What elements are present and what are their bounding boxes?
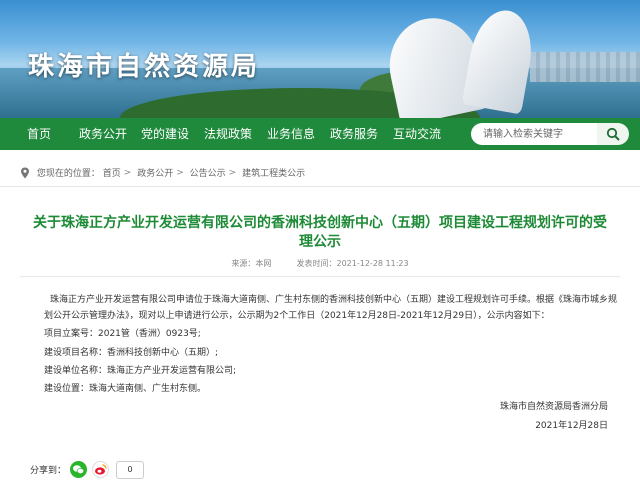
breadcrumb: 您现在的位置： 首页 > 政务公开 > 公告公示 > 建筑工程类公示	[20, 166, 305, 179]
project-location: 建设位置：珠海大道南侧、广生村东侧。	[44, 384, 207, 394]
nav-item-services[interactable]: 政务服务	[330, 118, 378, 150]
wechat-share-icon[interactable]	[70, 461, 87, 478]
article-title-line: 关于珠海正方产业开发运营有限公司的香洲科技创新中心（五期）项目建设工程规划许可的…	[33, 215, 607, 231]
breadcrumb-separator: >	[176, 167, 184, 178]
article-title: 关于珠海正方产业开发运营有限公司的香洲科技创新中心（五期）项目建设工程规划许可的…	[20, 214, 620, 252]
search-icon	[606, 127, 620, 141]
breadcrumb-separator: >	[228, 167, 237, 178]
weibo-share-icon[interactable]	[92, 461, 109, 478]
nav-item-regulations[interactable]: 法规政策	[204, 118, 252, 150]
source-label: 来源：	[231, 259, 256, 268]
share-count: 0	[116, 461, 144, 479]
nav-item-interaction[interactable]: 互动交流	[393, 118, 441, 150]
divider	[0, 186, 640, 187]
nav-item-gov-affairs[interactable]: 政务公开	[79, 118, 127, 150]
nav-item-party[interactable]: 党的建设	[141, 118, 189, 150]
header-banner: 珠海市自然资源局	[0, 0, 640, 118]
sign-date: 2021年12月28日	[535, 421, 608, 431]
source-value: 本网	[255, 259, 272, 268]
project-name: 建设项目名称：香洲科技创新中心（五期）;	[44, 348, 219, 358]
breadcrumb-home[interactable]: 首页	[103, 169, 121, 179]
nav-item-home[interactable]: 首页	[27, 118, 51, 150]
location-pin-icon	[21, 167, 29, 178]
article-meta: 来源：本网 发表时间：2021-12-28 11:23	[0, 258, 640, 269]
divider	[20, 276, 620, 277]
publish-date: 2021-12-28 11:23	[336, 259, 409, 268]
date-label: 发表时间：	[296, 259, 337, 268]
article-paragraph: 珠海正方产业开发运营有限公司申请位于珠海大道南侧、广生村东侧的香洲科技创新中心（…	[44, 295, 618, 321]
breadcrumb-gov-affairs[interactable]: 政务公开	[137, 169, 173, 179]
case-number: 项目立案号：2021管（香洲）0923号;	[44, 329, 201, 339]
developer-name: 建设单位名称：珠海正方产业开发运营有限公司;	[44, 366, 237, 376]
share-label: 分享到：	[30, 466, 67, 476]
search-button[interactable]	[597, 123, 629, 145]
banner-city-skyline	[530, 52, 640, 82]
breadcrumb-separator: >	[123, 167, 132, 178]
signature: 珠海市自然资源局香洲分局	[499, 402, 608, 412]
site-title[interactable]: 珠海市自然资源局	[28, 46, 260, 83]
article-title-line: 理公示	[299, 234, 341, 250]
nav-item-business[interactable]: 业务信息	[267, 118, 315, 150]
breadcrumb-announcements[interactable]: 公告公示	[190, 169, 226, 179]
breadcrumb-construction[interactable]: 建筑工程类公示	[242, 169, 305, 179]
breadcrumb-prefix: 您现在的位置：	[36, 169, 100, 179]
search-input[interactable]	[471, 123, 597, 145]
